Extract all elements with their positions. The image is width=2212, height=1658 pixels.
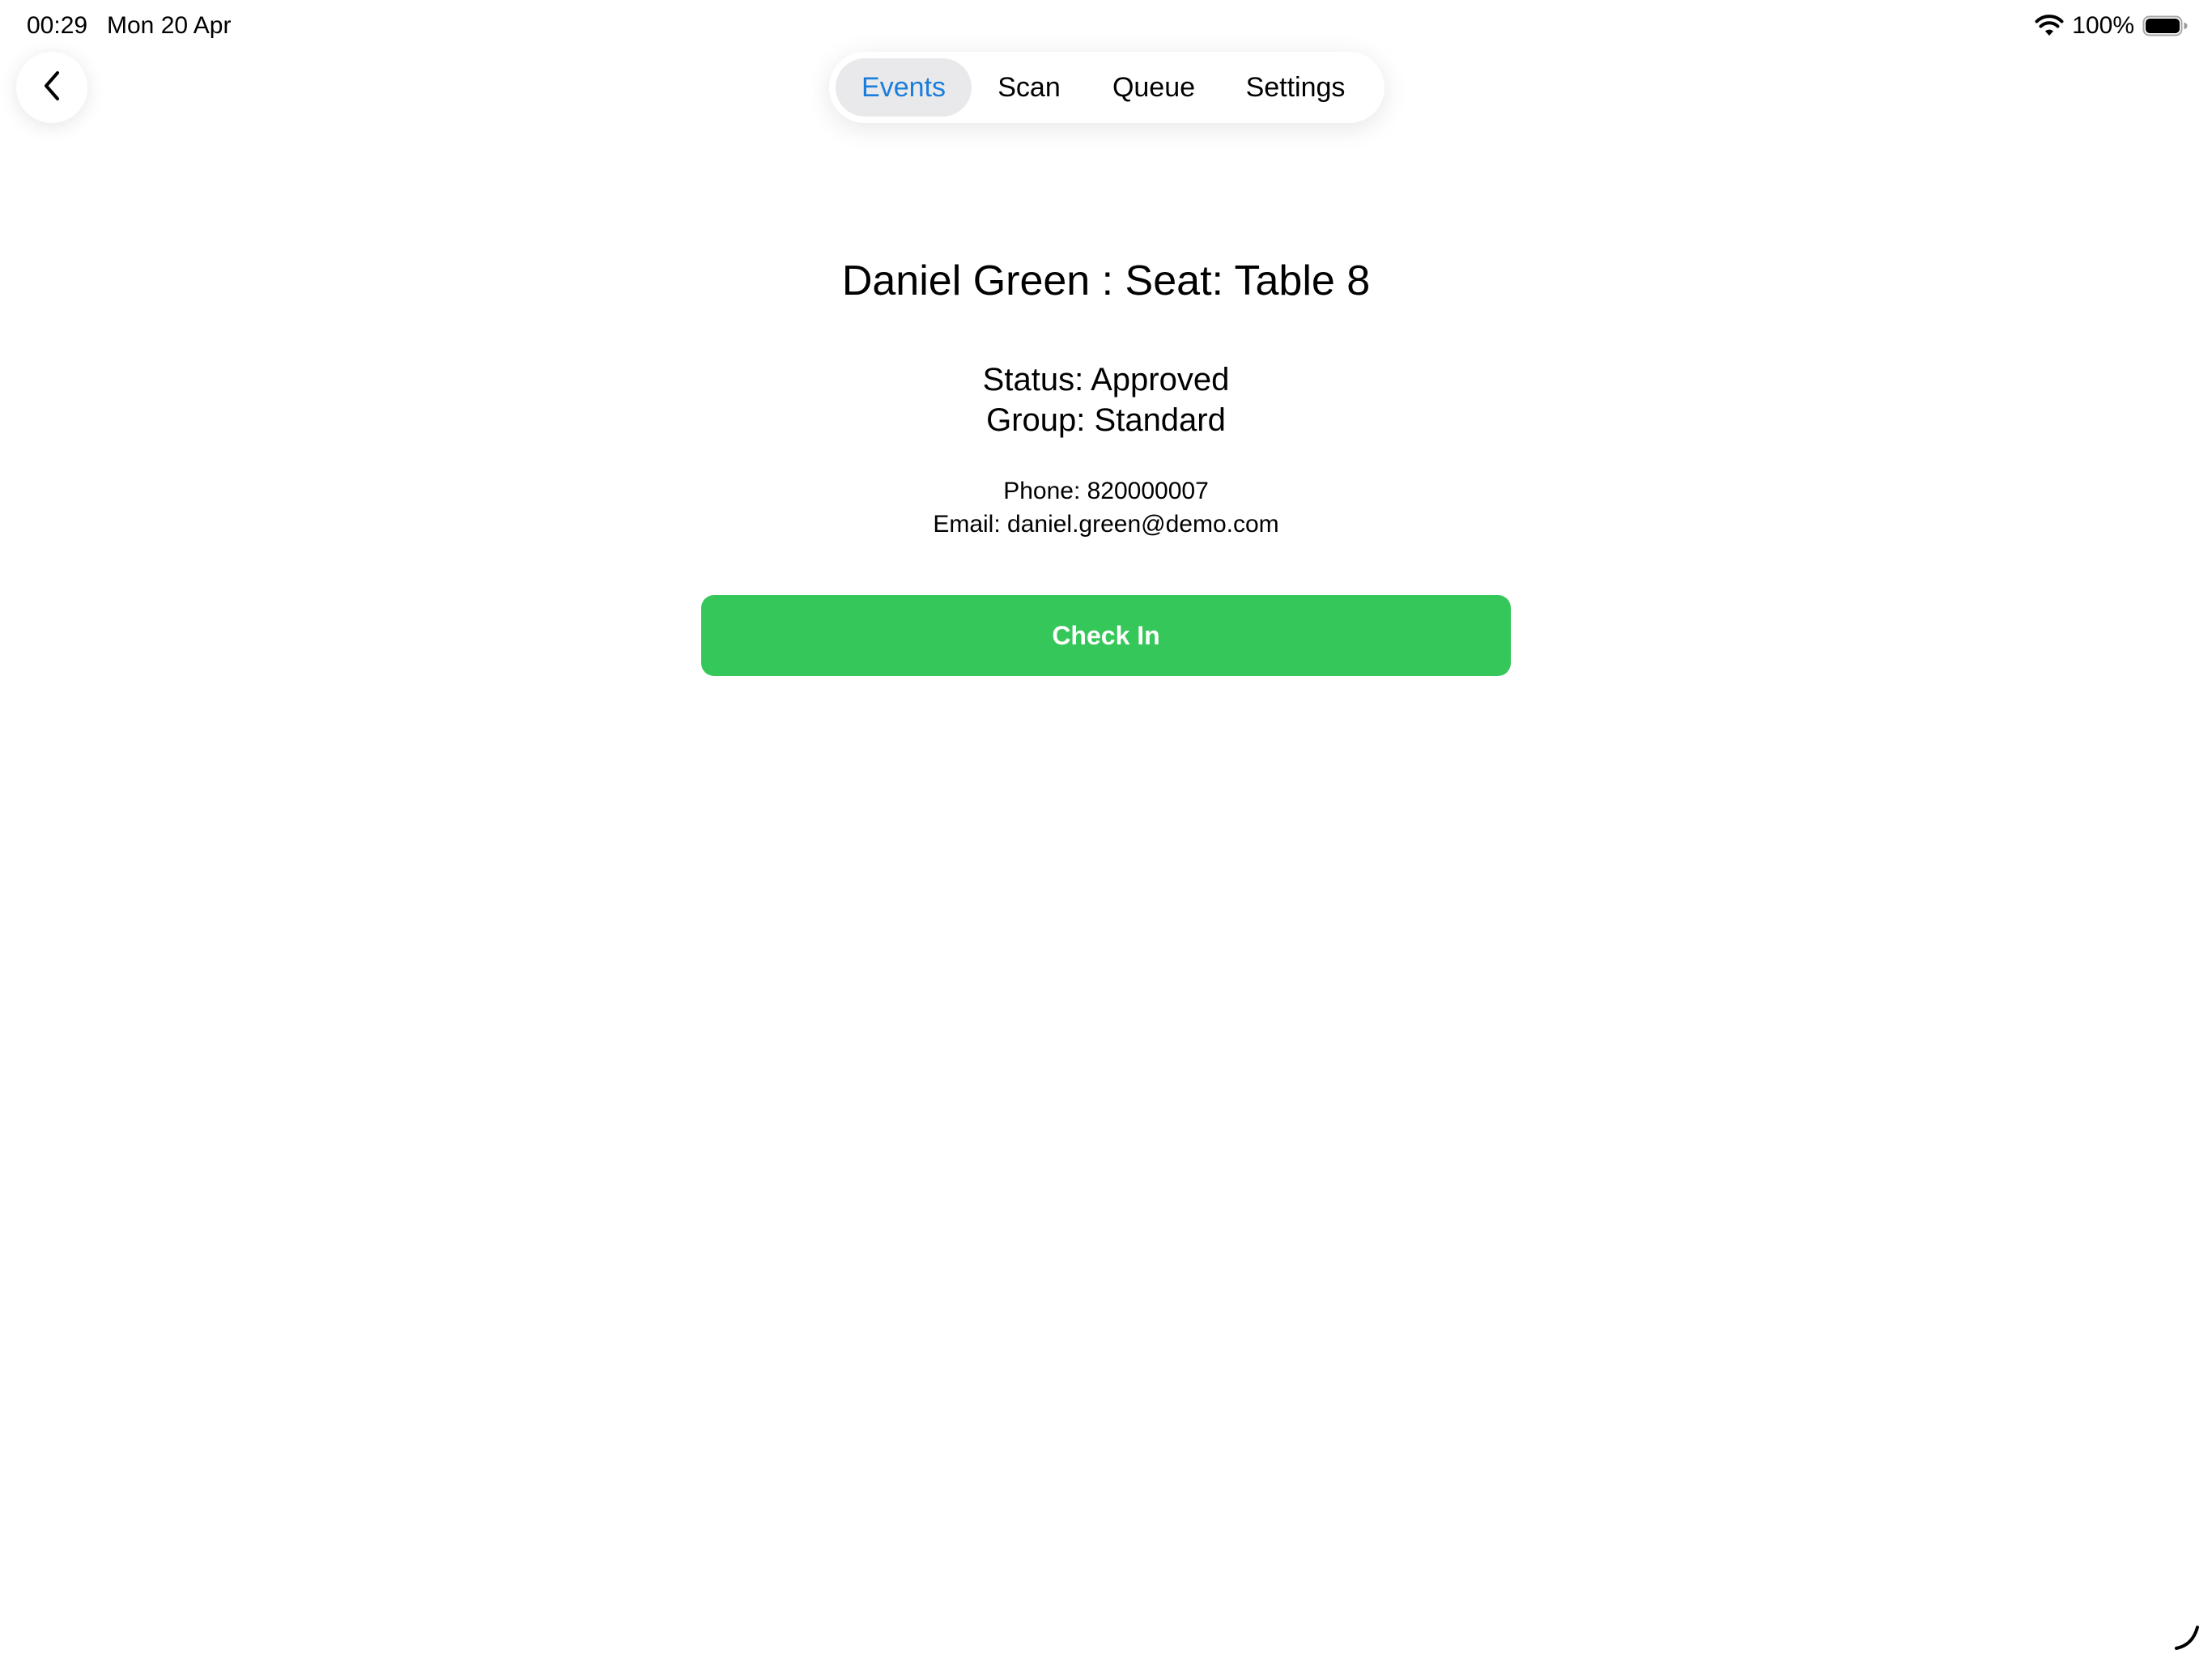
tab-settings[interactable]: Settings xyxy=(1221,58,1370,117)
tab-queue[interactable]: Queue xyxy=(1087,58,1221,117)
status-time: 00:29 xyxy=(27,12,88,39)
guest-email: Email: daniel.green@demo.com xyxy=(933,511,1279,538)
chevron-left-icon xyxy=(42,70,62,105)
status-bar-right: 100% xyxy=(2035,10,2188,42)
guest-group: Group: Standard xyxy=(986,402,1226,438)
screen: 00:29 Mon 20 Apr 100% Events Scan Queue … xyxy=(0,0,2212,1658)
guest-phone: Phone: 820000007 xyxy=(1003,478,1209,504)
tab-scan[interactable]: Scan xyxy=(972,58,1087,117)
tab-bar: Events Scan Queue Settings xyxy=(829,52,1385,123)
window-resize-handle-icon[interactable] xyxy=(2173,1624,2201,1652)
guest-status: Status: Approved xyxy=(982,362,1230,397)
battery-icon xyxy=(2142,15,2188,36)
tab-events[interactable]: Events xyxy=(836,58,972,117)
status-date: Mon 20 Apr xyxy=(107,12,232,39)
battery-percentage: 100% xyxy=(2072,12,2134,39)
check-in-button[interactable]: Check In xyxy=(701,595,1511,676)
guest-title: Daniel Green : Seat: Table 8 xyxy=(841,257,1371,304)
wifi-icon xyxy=(2035,15,2064,37)
back-button[interactable] xyxy=(16,52,87,123)
